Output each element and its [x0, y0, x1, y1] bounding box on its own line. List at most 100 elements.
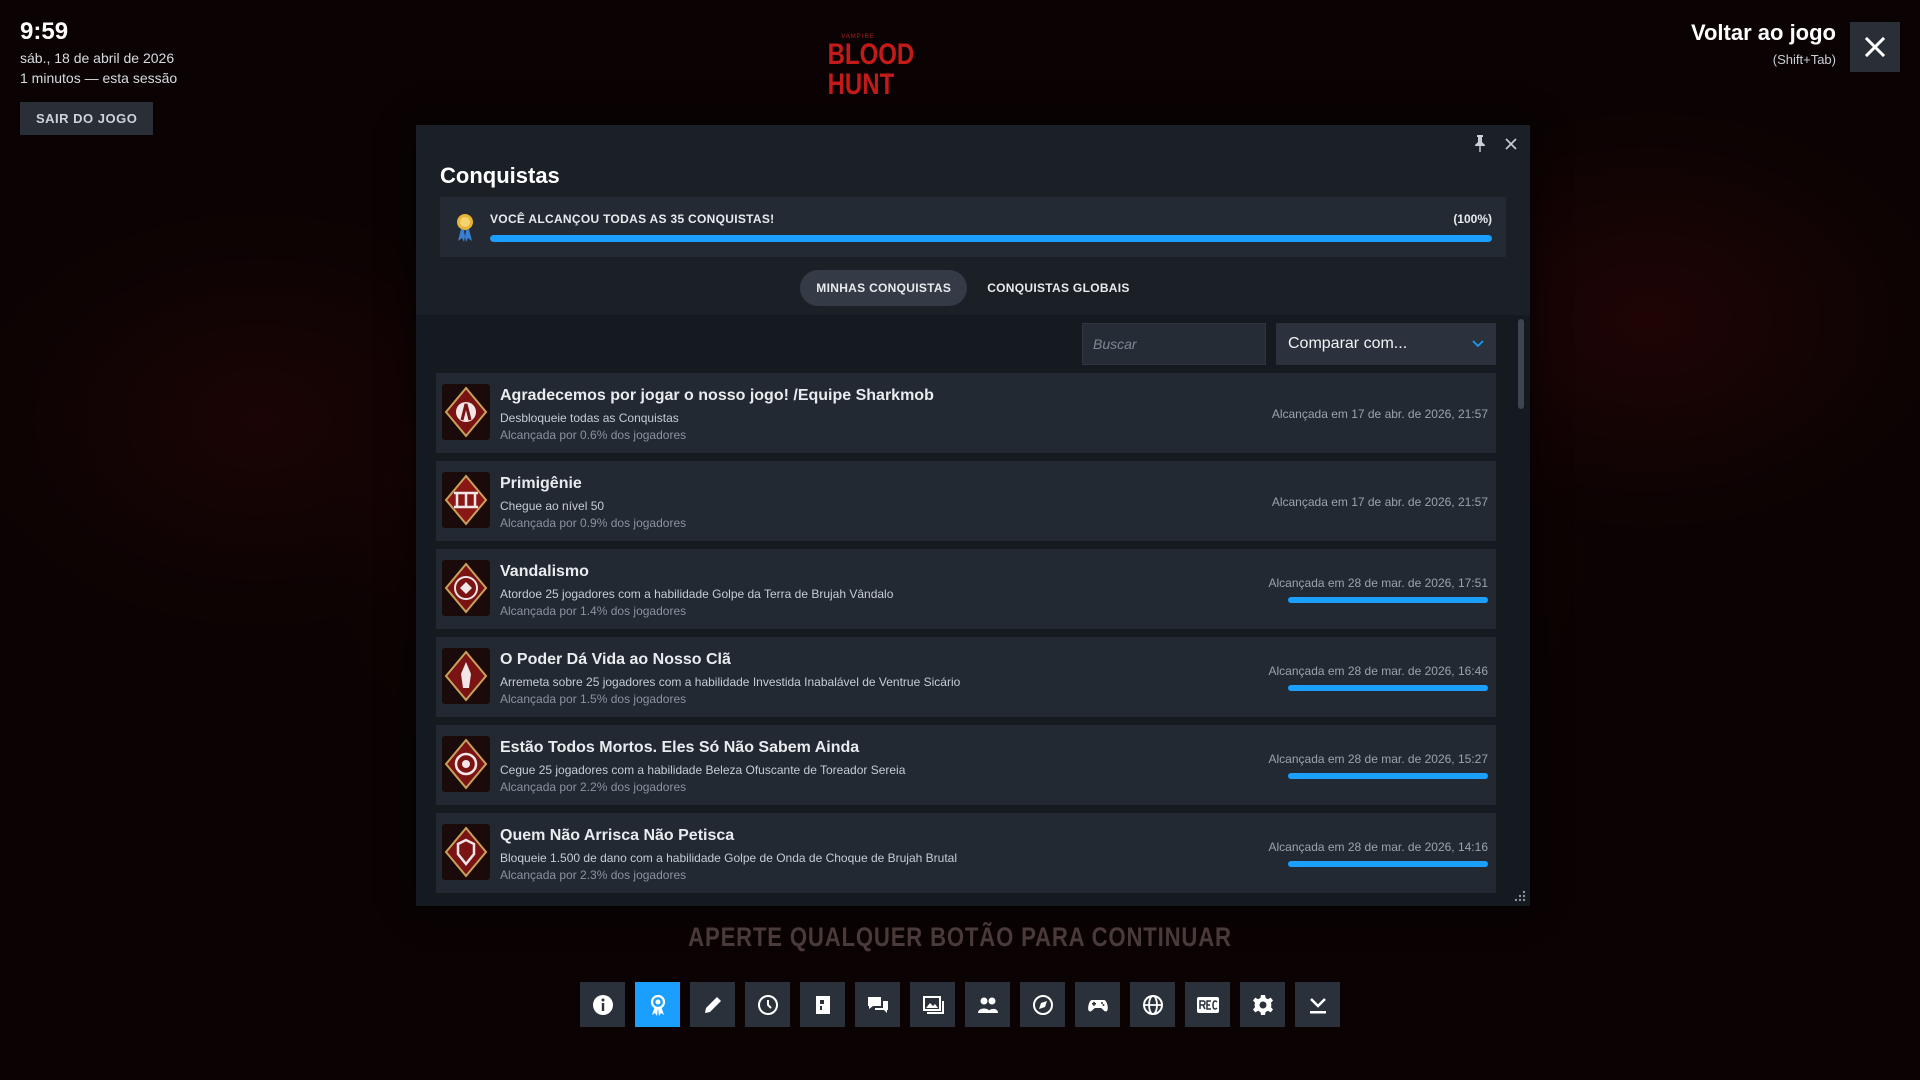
search-input[interactable] [1082, 323, 1266, 365]
achievement-unlock-date: Alcançada em 28 de mar. de 2026, 15:27 [1268, 752, 1489, 766]
dock-settings-button[interactable] [1240, 982, 1285, 1027]
dock-history-button[interactable] [745, 982, 790, 1027]
achievement-row[interactable]: Vandalismo Atordoe 25 jogadores com a ha… [436, 549, 1496, 629]
screenshots-icon [922, 995, 944, 1014]
return-to-game[interactable]: Voltar ao jogo (Shift+Tab) [1691, 20, 1836, 67]
achievement-list: Agradecemos por jogar o nosso jogo! /Equ… [436, 373, 1496, 903]
achievement-row[interactable]: Primigênie Chegue ao nível 50 Alcançada … [436, 461, 1496, 541]
dock-downloads-button[interactable] [1295, 982, 1340, 1027]
overlay-dock [580, 982, 1340, 1027]
achievement-global-percent: Alcançada por 0.9% dos jogadores [500, 516, 687, 530]
achievement-description: Bloqueie 1.500 de dano com a habilidade … [500, 851, 958, 865]
tab-global-achievements[interactable]: CONQUISTAS GLOBAIS [971, 270, 1146, 306]
close-overlay-button[interactable] [1850, 22, 1900, 72]
achievement-description: Arremeta sobre 25 jogadores com a habili… [500, 675, 961, 689]
dock-friends-button[interactable] [965, 982, 1010, 1027]
dock-info-button[interactable] [580, 982, 625, 1027]
pin-icon[interactable] [1472, 133, 1488, 153]
panel-header: Conquistas VOCÊ ALCANÇOU TODAS AS 35 CON… [416, 125, 1530, 315]
progress-text: VOCÊ ALCANÇOU TODAS AS 35 CONQUISTAS! [490, 212, 775, 226]
game-logo: VAMPIRE BLOOD HUNT [820, 34, 915, 101]
achievement-progress-bar [1288, 685, 1488, 691]
record-icon [1196, 996, 1219, 1013]
achievement-badge-icon [442, 472, 490, 528]
achievement-global-percent: Alcançada por 1.4% dos jogadores [500, 604, 687, 618]
dock-discussions-button[interactable] [855, 982, 900, 1027]
achievement-name: Agradecemos por jogar o nosso jogo! /Equ… [500, 387, 934, 404]
achievement-name: Primigênie [500, 475, 582, 492]
achievement-description: Desbloqueie todas as Conquistas [500, 411, 679, 425]
session-duration: 1 minutos — esta sessão [20, 70, 178, 86]
achievement-progress-bar [1288, 597, 1488, 603]
pencil-icon [704, 996, 721, 1013]
return-label[interactable]: Voltar ao jogo [1691, 20, 1836, 46]
dock-achievements-button[interactable] [635, 982, 680, 1027]
achievement-progress-bar [1288, 773, 1488, 779]
logo-line1: BLOOD [827, 38, 915, 71]
achievement-row[interactable]: Quem Não Arrisca Não Petisca Bloqueie 1.… [436, 813, 1496, 893]
achievement-unlock-date: Alcançada em 28 de mar. de 2026, 17:51 [1268, 576, 1489, 590]
info-icon [592, 994, 613, 1015]
dock-web-button[interactable] [1130, 982, 1175, 1027]
close-panel-icon[interactable] [1502, 135, 1520, 153]
exit-game-button[interactable]: SAIR DO JOGO [20, 102, 154, 135]
achievement-unlock-date: Alcançada em 28 de mar. de 2026, 14:16 [1268, 840, 1489, 854]
panel-title: Conquistas [440, 163, 560, 188]
press-any-button-prompt: APERTE QUALQUER BOTÃO PARA CONTINUAR [688, 922, 1232, 952]
list-controls: Comparar com... [1082, 323, 1496, 365]
dock-controller-button[interactable] [1075, 982, 1120, 1027]
progress-percent: (100%) [1453, 212, 1492, 226]
achievement-progress-bar [1288, 861, 1488, 867]
achievement-unlock-date: Alcançada em 17 de abr. de 2026, 21:57 [1271, 495, 1488, 509]
progress-fill [490, 235, 1492, 242]
achievement-badge-icon [442, 560, 490, 616]
dock-record-button[interactable] [1185, 982, 1230, 1027]
achievement-progress: VOCÊ ALCANÇOU TODAS AS 35 CONQUISTAS! (1… [440, 197, 1506, 257]
chevron-down-icon [1472, 340, 1484, 348]
dock-notes-button[interactable] [690, 982, 735, 1027]
dock-screenshots-button[interactable] [910, 982, 955, 1027]
achievement-list-area: Comparar com... Agradecemos por jogar o … [416, 315, 1530, 906]
chat-icon [867, 996, 888, 1013]
achievement-description: Chegue ao nível 50 [500, 499, 605, 513]
achievement-name: Vandalismo [500, 563, 589, 580]
tab-my-achievements[interactable]: MINHAS CONQUISTAS [800, 270, 968, 306]
achievement-unlock-date: Alcançada em 28 de mar. de 2026, 16:46 [1268, 664, 1489, 678]
compare-dropdown[interactable]: Comparar com... [1276, 323, 1496, 365]
history-icon [757, 994, 778, 1015]
achievement-name: O Poder Dá Vida ao Nosso Clã [500, 651, 731, 668]
achievement-global-percent: Alcançada por 2.3% dos jogadores [500, 868, 687, 882]
dock-browser-button[interactable] [1020, 982, 1065, 1027]
achievement-global-percent: Alcançada por 0.6% dos jogadores [500, 428, 687, 442]
friends-icon [977, 997, 998, 1013]
controller-icon [1087, 999, 1108, 1012]
achievement-badge-icon [442, 648, 490, 704]
resize-handle-icon[interactable] [1514, 890, 1526, 902]
download-icon [1309, 997, 1326, 1013]
compare-label: Comparar com... [1288, 335, 1408, 352]
achievement-tabs: MINHAS CONQUISTAS CONQUISTAS GLOBAIS [416, 270, 1530, 306]
progress-track [490, 235, 1492, 242]
achievements-icon [650, 994, 665, 1016]
achievement-badge-icon [442, 824, 490, 880]
achievement-badge-icon [442, 384, 490, 440]
achievement-global-percent: Alcançada por 2.2% dos jogadores [500, 780, 687, 794]
achievement-row[interactable]: Agradecemos por jogar o nosso jogo! /Equ… [436, 373, 1496, 453]
settings-icon [1252, 994, 1273, 1015]
guide-icon [815, 995, 830, 1014]
achievement-name: Estão Todos Mortos. Eles Só Não Sabem Ai… [500, 739, 860, 756]
session-info: 9:59 sáb., 18 de abril de 2026 1 minutos… [20, 18, 177, 86]
return-shortcut-hint: (Shift+Tab) [1772, 52, 1836, 67]
achievement-badge-icon [442, 736, 490, 792]
achievement-unlock-date: Alcançada em 17 de abr. de 2026, 21:57 [1271, 407, 1488, 421]
globe-icon [1142, 994, 1163, 1015]
logo-line2: HUNT [827, 68, 895, 101]
achievement-row[interactable]: O Poder Dá Vida ao Nosso Clã Arremeta so… [436, 637, 1496, 717]
achievement-row[interactable]: Estão Todos Mortos. Eles Só Não Sabem Ai… [436, 725, 1496, 805]
list-scrollbar[interactable] [1518, 319, 1524, 409]
clock-date: sáb., 18 de abril de 2026 [20, 50, 175, 66]
achievement-description: Atordoe 25 jogadores com a habilidade Go… [500, 587, 894, 601]
dock-guides-button[interactable] [800, 982, 845, 1027]
clock-time: 9:59 [20, 18, 69, 45]
medal-icon [457, 214, 473, 242]
